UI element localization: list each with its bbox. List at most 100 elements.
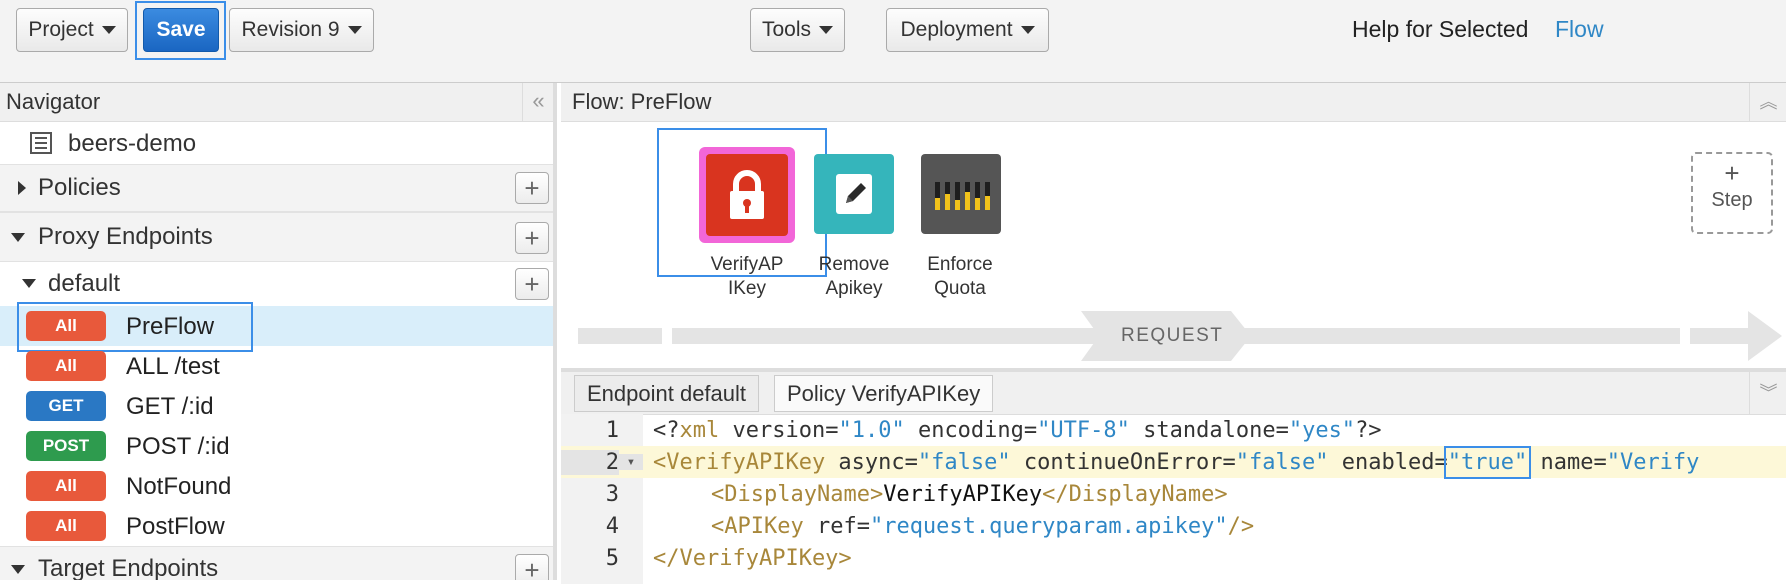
pencil-icon bbox=[836, 174, 872, 214]
add-proxy-endpoint-button[interactable]: + bbox=[515, 222, 549, 254]
code-line-3[interactable]: 3 <DisplayName> VerifyAPIKey </DisplayName> bbox=[561, 478, 1786, 510]
add-flow-button[interactable]: + bbox=[515, 268, 549, 300]
flow-title: Flow: PreFlow bbox=[572, 89, 712, 114]
policy-label: Remove Apikey bbox=[801, 253, 907, 301]
revision-label: Revision 9 bbox=[241, 18, 340, 41]
line-number: 3 bbox=[605, 481, 619, 507]
line-number: 1 bbox=[605, 417, 619, 443]
code-token: standalone= bbox=[1129, 417, 1289, 443]
flow-label: GET /:id bbox=[126, 393, 214, 420]
flow-header: Flow: PreFlow ︽ bbox=[561, 83, 1786, 122]
add-step-button[interactable]: + Step bbox=[1691, 152, 1773, 234]
request-pipe-left bbox=[578, 328, 662, 344]
help-text: Help for Selected bbox=[1352, 16, 1529, 42]
help-flow-link[interactable]: Flow bbox=[1555, 16, 1604, 43]
code-token: async= bbox=[825, 449, 918, 475]
flow-row-notfound[interactable]: All NotFound bbox=[0, 466, 553, 506]
pencil-glyph bbox=[846, 183, 866, 203]
policy-remove-apikey[interactable] bbox=[814, 154, 894, 234]
flow-label: POST /:id bbox=[126, 433, 230, 460]
flow-badge: All bbox=[26, 351, 106, 381]
expand-down-icon bbox=[11, 565, 25, 574]
flow-badge: All bbox=[26, 471, 106, 501]
collapse-down-icon[interactable]: ︾ bbox=[1749, 372, 1786, 414]
chevron-down-icon bbox=[347, 26, 362, 34]
save-button[interactable]: Save bbox=[143, 8, 219, 52]
flow-row-post-id[interactable]: POST POST /:id bbox=[0, 426, 553, 466]
code-token: </VerifyAPIKey> bbox=[653, 545, 852, 571]
deployment-menu-button[interactable]: Deployment bbox=[886, 8, 1049, 52]
deployment-label: Deployment bbox=[900, 18, 1013, 41]
line-number: 2 bbox=[561, 449, 619, 475]
add-target-endpoint-button[interactable]: + bbox=[515, 554, 549, 580]
request-arrow-head bbox=[1690, 311, 1782, 361]
flow-row-postflow[interactable]: All PostFlow bbox=[0, 506, 553, 546]
line-number: 5 bbox=[605, 545, 619, 571]
tab-policy-verifyapikey[interactable]: Policy VerifyAPIKey bbox=[774, 375, 994, 412]
code-token: encoding= bbox=[904, 417, 1038, 443]
policy-label-line: Enforce bbox=[927, 254, 993, 275]
code-token: "UTF-8" bbox=[1037, 417, 1130, 443]
flow-row-get-id[interactable]: GET GET /:id bbox=[0, 386, 553, 426]
chevron-down-icon bbox=[101, 26, 116, 34]
code-token: ref= bbox=[803, 513, 870, 539]
project-menu-label: Project bbox=[28, 18, 94, 41]
policy-label-line: Quota bbox=[934, 278, 986, 299]
code-token: <VerifyAPIKey bbox=[653, 449, 826, 475]
code-token: "false" bbox=[1235, 449, 1329, 475]
project-menu-button[interactable]: Project bbox=[16, 8, 128, 52]
code-line-5[interactable]: 5 </VerifyAPIKey> bbox=[561, 542, 1786, 574]
code-line-1[interactable]: 1 <? xml version= "1.0" encoding= "UTF-8" st… bbox=[561, 414, 1786, 446]
expand-down-icon bbox=[11, 233, 25, 242]
tools-menu-button[interactable]: Tools bbox=[750, 8, 845, 52]
add-policy-button[interactable]: + bbox=[515, 172, 549, 204]
flow-row-all-test[interactable]: All ALL /test bbox=[0, 346, 553, 386]
code-token: <DisplayName> bbox=[711, 481, 884, 507]
target-endpoints-row[interactable]: Target Endpoints + bbox=[0, 546, 553, 580]
policy-label: Enforce Quota bbox=[907, 253, 1013, 301]
navigator-header: Navigator « bbox=[0, 83, 553, 122]
code-token: "Verify bbox=[1606, 449, 1700, 475]
chevron-down-icon bbox=[1020, 26, 1035, 34]
code-token: <? bbox=[653, 417, 680, 443]
code-token: <APIKey bbox=[711, 513, 804, 539]
code-token: enabled= bbox=[1328, 449, 1448, 475]
code-token-selected: "true" bbox=[1443, 445, 1532, 479]
tab-endpoint-default[interactable]: Endpoint default bbox=[574, 375, 760, 412]
proxy-name: beers-demo bbox=[68, 130, 197, 157]
flow-badge: All bbox=[26, 511, 106, 541]
policy-label-line: Apikey bbox=[825, 278, 883, 299]
collapse-up-icon[interactable]: ︽ bbox=[1749, 83, 1786, 121]
code-editor-panel: Endpoint default Policy VerifyAPIKey ︾ 1… bbox=[561, 368, 1786, 584]
tools-label: Tools bbox=[761, 18, 812, 41]
revision-menu-button[interactable]: Revision 9 bbox=[229, 8, 374, 52]
code-token: /> bbox=[1227, 513, 1255, 539]
target-endpoints-label: Target Endpoints bbox=[38, 555, 219, 580]
line-number: 4 bbox=[605, 513, 619, 539]
fold-toggle-icon[interactable]: ▾ bbox=[619, 454, 643, 470]
proxy-endpoints-row[interactable]: Proxy Endpoints + bbox=[0, 212, 553, 262]
flow-label: PostFlow bbox=[126, 513, 225, 540]
policies-row[interactable]: Policies + bbox=[0, 164, 553, 212]
flow-label: ALL /test bbox=[126, 353, 220, 380]
flow-panel: Flow: PreFlow ︽ VerifyAP IKey Remove Api… bbox=[561, 83, 1786, 368]
proxy-name-row[interactable]: beers-demo bbox=[0, 122, 553, 164]
code-line-4[interactable]: 4 <APIKey ref= "request.queryparam.apikey"… bbox=[561, 510, 1786, 542]
proxy-endpoints-label: Proxy Endpoints bbox=[38, 223, 213, 250]
default-endpoint-row[interactable]: default + bbox=[0, 262, 553, 306]
code-token: "request.queryparam.apikey" bbox=[869, 513, 1228, 539]
code-token: VerifyAPIKey bbox=[883, 481, 1043, 507]
top-toolbar: Project Save Revision 9 Tools Deployment… bbox=[0, 0, 1786, 83]
code-token: name= bbox=[1527, 449, 1607, 475]
policy-enforce-quota[interactable] bbox=[921, 154, 1001, 234]
code-line-2[interactable]: 2 ▾ <VerifyAPIKey async= "false" continueOn… bbox=[561, 445, 1786, 479]
navigator-panel: Navigator « beers-demo Policies + Proxy … bbox=[0, 83, 557, 580]
default-endpoint-label: default bbox=[48, 270, 121, 297]
proxy-list-icon bbox=[30, 132, 52, 154]
code-token: </DisplayName> bbox=[1042, 481, 1228, 507]
collapse-icon[interactable]: « bbox=[522, 83, 553, 121]
flow-label: NotFound bbox=[126, 473, 232, 500]
request-label: REQUEST bbox=[1121, 325, 1224, 346]
code-token: "yes" bbox=[1288, 417, 1356, 443]
policies-label: Policies bbox=[38, 174, 121, 201]
